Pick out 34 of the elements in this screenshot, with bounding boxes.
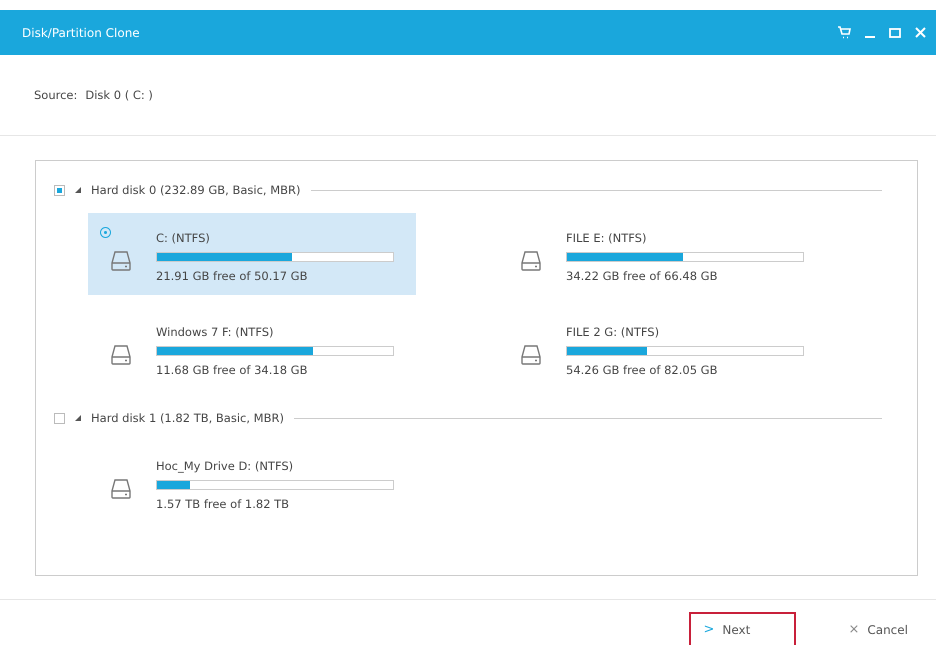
collapse-triangle-icon[interactable] <box>75 415 81 421</box>
source-label: Source: <box>34 88 78 102</box>
free-space-text: 1.57 TB free of 1.82 TB <box>156 497 290 511</box>
disk-label: Hard disk 0 (232.89 GB, Basic, MBR) <box>91 183 300 197</box>
collapse-triangle-icon[interactable] <box>75 187 81 193</box>
checkbox[interactable] <box>54 412 65 424</box>
partition-name: FILE 2 G: (NTFS) <box>566 325 660 339</box>
free-space-text: 34.22 GB free of 66.48 GB <box>566 269 718 283</box>
close-icon[interactable] <box>915 27 926 38</box>
window-title: Disk/Partition Clone <box>22 26 141 40</box>
free-space-text: 21.91 GB free of 50.17 GB <box>156 269 308 283</box>
partition-name: Windows 7 F: (NTFS) <box>156 325 275 339</box>
checkbox[interactable] <box>54 184 65 196</box>
free-space-text: 11.68 GB free of 34.18 GB <box>156 363 308 377</box>
free-space-text: 54.26 GB free of 82.05 GB <box>566 363 718 377</box>
partition-item[interactable]: FILE E: (NTFS) 34.22 GB free of 66.48 GB <box>498 213 826 295</box>
partition-item[interactable]: C: (NTFS) 21.91 GB free of 50.17 GB <box>88 213 416 295</box>
partition-item[interactable]: FILE 2 G: (NTFS) 54.26 GB free of 82.05 GB <box>498 307 826 389</box>
partition-item[interactable]: Windows 7 F: (NTFS) 11.68 GB free of 34.18 GB <box>88 307 416 389</box>
next-button[interactable]: > Next <box>689 612 796 645</box>
partition-name: Hoc_My Drive D: (NTFS) <box>156 459 294 473</box>
source-value: Disk 0 ( C: ) <box>85 88 153 102</box>
hard-drive-icon <box>110 478 132 500</box>
cart-icon[interactable] <box>837 26 851 39</box>
partition-name: FILE E: (NTFS) <box>566 231 648 245</box>
maximize-icon[interactable] <box>889 28 901 38</box>
hard-drive-icon <box>520 344 542 366</box>
partition-item[interactable]: Hoc_My Drive D: (NTFS) 1.57 TB free of 1.82 TB <box>88 441 416 523</box>
hard-drive-icon <box>110 344 132 366</box>
hard-drive-icon <box>110 250 132 272</box>
disk-label: Hard disk 1 (1.82 TB, Basic, MBR) <box>91 411 284 425</box>
partition-name: C: (NTFS) <box>156 231 211 245</box>
radio-button[interactable] <box>100 227 111 238</box>
hard-drive-icon <box>520 250 542 272</box>
